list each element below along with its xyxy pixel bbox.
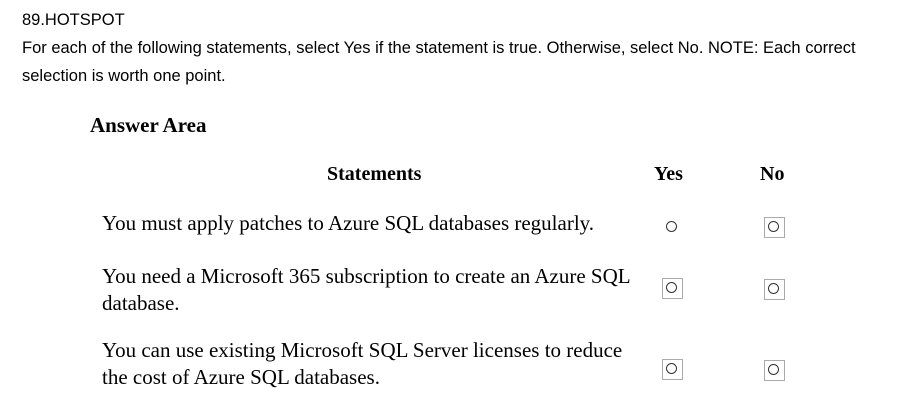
statement-3-yes-radio[interactable] bbox=[666, 363, 678, 375]
statement-1-text: You must apply patches to Azure SQL data… bbox=[102, 211, 595, 235]
statement-3-no-option bbox=[764, 360, 785, 381]
question-instructions: For each of the following statements, se… bbox=[22, 39, 856, 85]
statement-3-no-radio[interactable] bbox=[768, 364, 780, 376]
statement-2-yes-option bbox=[662, 278, 683, 299]
statement-3-yes-option bbox=[662, 359, 683, 380]
statement-2-yes-radio[interactable] bbox=[666, 282, 678, 294]
yes-column-header: Yes bbox=[654, 163, 683, 185]
no-column-header: No bbox=[760, 163, 785, 185]
statement-1-no-radio[interactable] bbox=[768, 221, 780, 233]
statement-1-no-option bbox=[764, 217, 785, 238]
statement-1-yes-radio[interactable] bbox=[666, 221, 677, 232]
statement-3-text: You can use existing Microsoft SQL Serve… bbox=[102, 338, 623, 389]
statement-2-no-option bbox=[764, 279, 785, 300]
question-header: 89.HOTSPOT For each of the following sta… bbox=[22, 6, 892, 90]
statement-2-text: You need a Microsoft 365 subscription to… bbox=[102, 264, 630, 315]
answer-area-title: Answer Area bbox=[90, 113, 207, 137]
statement-2-no-radio[interactable] bbox=[768, 283, 780, 295]
statements-column-header: Statements bbox=[327, 163, 422, 185]
question-number-title: 89.HOTSPOT bbox=[22, 11, 125, 29]
